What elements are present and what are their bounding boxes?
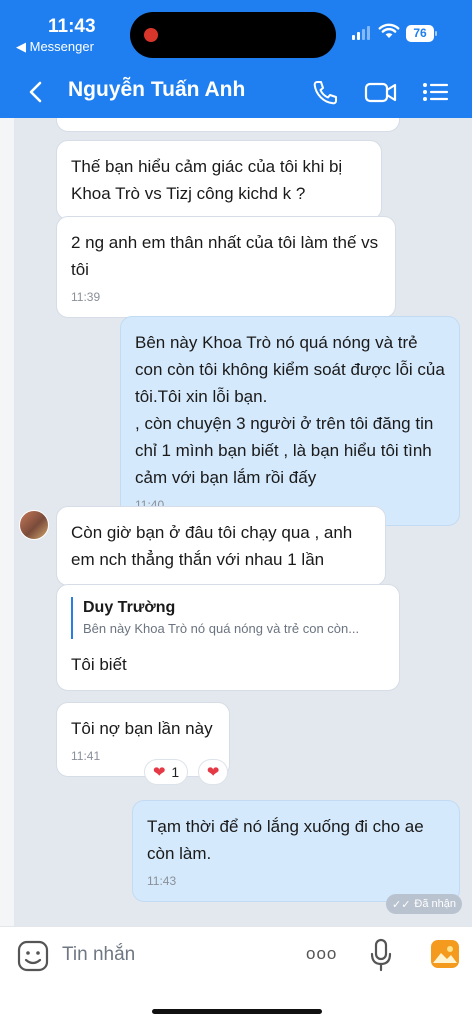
wifi-icon <box>378 23 400 38</box>
message-input[interactable]: Tin nhắn <box>62 944 135 966</box>
recording-indicator-icon <box>144 28 158 42</box>
image-gallery-icon[interactable] <box>430 939 460 969</box>
contact-name[interactable]: Nguyễn Tuấn Anh <box>68 78 245 102</box>
message-text: Tôi biết <box>71 655 127 674</box>
my-message-bubble[interactable]: Bên này Khoa Trò nó quá nóng và trẻ con … <box>120 316 460 526</box>
message-text: Thế bạn hiểu cảm giác của tôi khi bị Kho… <box>71 157 343 203</box>
avatar[interactable] <box>19 510 49 540</box>
message-text: 2 ng anh em thân nhất của tôi làm thế vs… <box>71 233 379 279</box>
quoted-text: Bên này Khoa Trò nó quá nóng và trẻ con … <box>83 621 360 636</box>
message-bubble[interactable]: Thế bạn hiểu cảm giác của tôi khi bị Kho… <box>56 140 382 220</box>
delivery-status-label: Đã nhận <box>414 898 457 910</box>
quoted-sender-name: Duy Trường <box>83 599 176 616</box>
battery-tip <box>435 31 437 36</box>
phone-call-icon[interactable] <box>310 78 340 106</box>
sticker-icon[interactable] <box>16 939 50 973</box>
message-time: 11:41 <box>71 749 101 763</box>
message-text: Tôi nợ bạn lần này <box>71 719 213 738</box>
back-to-app-link[interactable]: ◀ Messenger <box>16 39 94 55</box>
quoted-message[interactable]: Duy Trường Bên này Khoa Trò nó quá nóng … <box>71 597 385 639</box>
my-message-bubble[interactable]: Tạm thời để nó lắng xuống đi cho ae còn … <box>132 800 460 902</box>
message-bubble[interactable]: Còn giờ bạn ở đâu tôi chạy qua , anh em … <box>56 506 386 586</box>
header-bar: 11:43 ◀ Messenger 76 Nguyễn Tuấn Anh <box>0 0 472 118</box>
home-indicator <box>152 1009 322 1014</box>
heart-icon: ❤ <box>206 764 220 781</box>
battery-icon: 76 <box>406 25 434 42</box>
message-text: Tạm thời để nó lắng xuống đi cho ae còn … <box>147 817 424 863</box>
add-reaction-button[interactable]: ❤ <box>198 759 228 785</box>
chat-area[interactable]: Thế bạn hiểu cảm giác của tôi khi bị Kho… <box>0 118 472 926</box>
microphone-icon[interactable] <box>368 937 394 973</box>
double-check-icon: ✓✓ <box>391 898 411 911</box>
message-bubble-partial[interactable] <box>56 118 400 132</box>
reaction-summary[interactable]: ❤ 1 <box>144 759 188 785</box>
dynamic-island <box>130 12 336 58</box>
menu-list-icon[interactable] <box>420 78 450 106</box>
heart-reaction-icon: ❤ <box>152 764 166 781</box>
message-time: 11:39 <box>71 290 101 304</box>
status-time: 11:43 <box>48 16 96 37</box>
video-call-icon[interactable] <box>364 78 398 106</box>
message-time: 11:43 <box>147 874 177 888</box>
background-screen-edge <box>0 118 14 926</box>
message-text: Còn giờ bạn ở đâu tôi chạy qua , anh em … <box>71 523 353 569</box>
more-options-icon[interactable]: ooo <box>306 944 337 964</box>
reply-message-bubble[interactable]: Duy Trường Bên này Khoa Trò nó quá nóng … <box>56 584 400 691</box>
delivery-status-badge: ✓✓ Đã nhận <box>386 894 462 914</box>
message-bubble[interactable]: 2 ng anh em thân nhất của tôi làm thế vs… <box>56 216 396 318</box>
signal-icon <box>352 26 370 40</box>
message-text: Bên này Khoa Trò nó quá nóng và trẻ con … <box>135 333 445 487</box>
reaction-count: 1 <box>171 764 180 780</box>
back-arrow-icon[interactable] <box>22 78 50 106</box>
